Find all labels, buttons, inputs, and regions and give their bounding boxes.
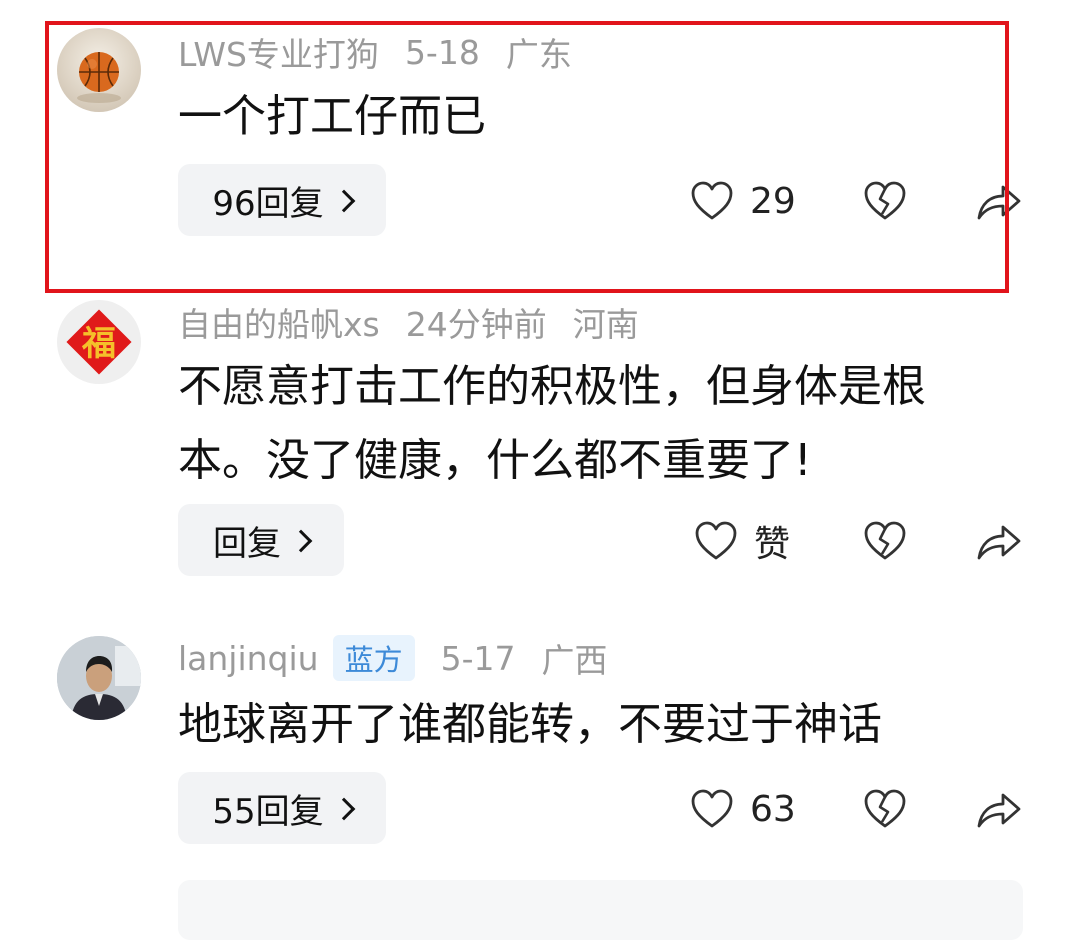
replies-label: 96回复 xyxy=(212,183,324,224)
chevron-right-icon xyxy=(289,529,313,553)
user-avatar[interactable]: 福 xyxy=(57,300,141,384)
comment-item: 福 自由的船帆xs 24分钟前 河南 不愿意打击工作的积极性，但身体是根本。没了… xyxy=(0,300,1080,590)
like-button[interactable]: 29 xyxy=(690,176,796,226)
replies-button[interactable]: 96回复 xyxy=(178,164,386,236)
fu-character: 福 xyxy=(81,324,116,364)
like-count: 赞 xyxy=(754,524,791,565)
heart-icon xyxy=(691,181,733,220)
like-count: 29 xyxy=(750,180,796,222)
comment-date: 5-18 xyxy=(404,32,480,72)
broken-heart-icon xyxy=(864,521,906,560)
comment-item: LWS专业打狗 5-18 广东 一个打工仔而已 96回复 29 xyxy=(0,0,1080,300)
chevron-right-icon xyxy=(332,797,355,821)
replies-label: 回复 xyxy=(213,523,281,564)
comment-date: 5-17 xyxy=(440,638,516,678)
comment-meta: LWS专业打狗 5-18 广东 xyxy=(178,28,572,76)
share-arrow-icon xyxy=(977,185,1021,220)
username[interactable]: LWS专业打狗 xyxy=(178,28,379,76)
like-button[interactable]: 63 xyxy=(690,784,796,834)
comment-location: 河南 xyxy=(572,305,639,344)
share-button[interactable] xyxy=(976,178,1022,224)
nested-reply-preview[interactable] xyxy=(178,880,1023,940)
replies-button[interactable]: 回复 xyxy=(178,504,344,576)
dislike-button[interactable] xyxy=(863,178,907,224)
username[interactable]: lanjinqiu xyxy=(178,639,319,678)
heart-icon xyxy=(691,789,733,828)
fu-character-icon: 福 xyxy=(66,309,132,375)
chevron-right-icon xyxy=(332,189,355,213)
heart-icon xyxy=(695,521,737,560)
comment-meta: 自由的船帆xs 24分钟前 河南 xyxy=(178,300,639,344)
comment-date: 24分钟前 xyxy=(405,305,547,344)
replies-label: 55回复 xyxy=(212,791,324,832)
comment-text: 地球离开了谁都能转，不要过于神话 xyxy=(178,699,882,750)
broken-heart-icon xyxy=(864,789,906,828)
share-arrow-icon xyxy=(977,525,1021,560)
comment-location: 广东 xyxy=(505,35,572,74)
comment-meta: lanjinqiu 蓝方 5-17 广西 xyxy=(178,635,608,681)
share-button[interactable] xyxy=(976,518,1022,564)
comment-text: 一个打工仔而已 xyxy=(178,91,486,142)
user-badge: 蓝方 xyxy=(332,635,415,681)
broken-heart-icon xyxy=(864,181,906,220)
man-photo-icon xyxy=(57,636,141,720)
basketball-icon xyxy=(77,52,121,103)
comment-location: 广西 xyxy=(541,641,608,680)
comment-item: lanjinqiu 蓝方 5-17 广西 地球离开了谁都能转，不要过于神话 55… xyxy=(0,635,1080,866)
dislike-button[interactable] xyxy=(863,518,907,564)
username[interactable]: 自由的船帆xs xyxy=(178,298,380,346)
comment-text: 不愿意打击工作的积极性，但身体是根本。没了健康，什么都不重要了! xyxy=(178,361,926,486)
replies-button[interactable]: 55回复 xyxy=(178,772,386,844)
user-avatar[interactable] xyxy=(57,28,141,112)
dislike-button[interactable] xyxy=(863,786,907,832)
share-button[interactable] xyxy=(976,786,1022,832)
like-button[interactable]: 赞 xyxy=(694,516,790,566)
share-arrow-icon xyxy=(977,793,1021,828)
like-count: 63 xyxy=(750,788,796,830)
user-avatar[interactable] xyxy=(57,636,141,720)
